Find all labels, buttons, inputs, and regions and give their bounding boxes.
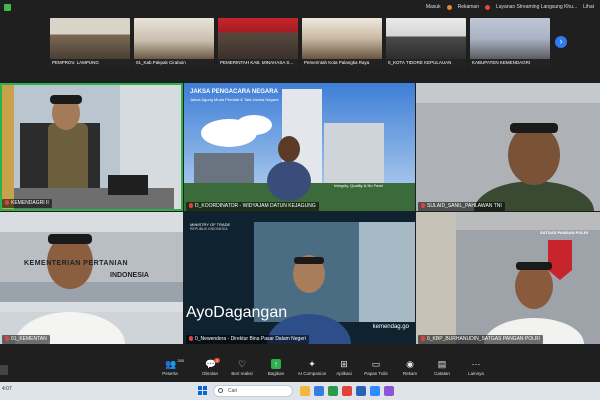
muted-mic-icon <box>421 336 425 341</box>
participants-button[interactable]: 👥 Peserta 285 <box>150 358 190 376</box>
zoom-top-bar: Masuk Rekaman Layanan Streaming Langsung… <box>0 0 600 14</box>
video-tile[interactable]: SATGAS PANGAN POLRI 0_KBP_BURHANUDIN_SAT… <box>416 212 600 344</box>
video-feed <box>416 83 600 211</box>
shield-icon <box>4 3 11 11</box>
banner-subtitle: Jaksa Agung Muda Perdata & Tata Usaha Ne… <box>190 97 279 102</box>
muted-mic-icon <box>189 336 193 341</box>
video-tile[interactable]: SULAID_SANIL_PAHLAWAN TNI <box>416 83 600 211</box>
participant-name: SULAID_SANIL_PAHLAWAN TNI <box>418 202 505 211</box>
participant-name: 0_KBP_BURHANUDIN_SATGAS PANGAN POLRI <box>418 335 543 344</box>
participant-count: 285 <box>177 358 184 363</box>
live-stream-label[interactable]: Layanan Streaming Langsung Khu... <box>496 4 577 10</box>
thumbnail-label: KABUPATEN KEMENDAGRI <box>470 59 550 67</box>
record-dot-icon <box>446 4 452 10</box>
heart-icon: ♡ <box>237 359 247 369</box>
thumbnail[interactable]: Pemerintah Kota Palangka Raya <box>302 18 382 67</box>
whiteboard-icon: ▭ <box>371 359 381 369</box>
participant-name: 01_KEMENTAN <box>2 335 50 344</box>
signal-label: Masuk <box>425 4 441 10</box>
thumbnail-label: PEMERINTAH KAB. MINAHASA S... <box>218 59 298 67</box>
video-feed <box>184 83 415 211</box>
recording-label[interactable]: Rekaman <box>458 4 479 10</box>
taskbar-search[interactable]: Cari <box>213 385 293 397</box>
zoom-app-icon[interactable] <box>370 386 380 396</box>
participant-name: 0_Newendera - Direktur Bina Pasar Dalam … <box>186 335 309 344</box>
thumbnail-label: 01_Kab.Pakpak Ciraboin <box>134 59 214 67</box>
thumbnail[interactable]: 01_Kab.Pakpak Ciraboin <box>134 18 214 67</box>
notes-icon: ▤ <box>437 359 447 369</box>
edge-icon[interactable] <box>314 386 324 396</box>
video-tile[interactable]: MINISTRY OF TRADE REPUBLIK INDONESIA Ayo… <box>184 212 415 344</box>
thumbnail[interactable]: PEMERINTAH KAB. MINAHASA S... <box>218 18 298 67</box>
website-text: kemendag.go <box>372 324 409 330</box>
start-button[interactable] <box>198 386 208 396</box>
chrome-icon[interactable] <box>342 386 352 396</box>
participant-name: KEMENDAGRI II <box>2 199 52 208</box>
share-icon: ↑ <box>271 359 281 369</box>
banner-tagline: Integrity, Quality & No Fear! <box>334 183 384 188</box>
excel-icon[interactable] <box>328 386 338 396</box>
live-dot-icon <box>484 4 490 10</box>
more-icon: ⋯ <box>471 359 481 369</box>
share-button[interactable]: ↑ Bagikan <box>256 359 296 376</box>
thumbnail-label: PEMPROV. LAMPUNG <box>50 59 130 67</box>
file-explorer-icon[interactable] <box>300 386 310 396</box>
apps-icon: ⊞ <box>340 359 348 369</box>
word-icon[interactable] <box>356 386 366 396</box>
record-icon: ◉ <box>406 359 414 369</box>
muted-mic-icon <box>5 200 9 205</box>
ministry-logo-subtext: REPUBLIK INDONESIA <box>190 227 228 231</box>
os-taskbar: 4:07 Cari <box>0 382 600 400</box>
next-page-button[interactable]: › <box>555 36 567 48</box>
building-sign-text: KEMENTERIAN PERTANIAN <box>24 260 129 267</box>
windows-logo-icon <box>198 386 202 390</box>
video-tile[interactable]: KEMENTERIAN PERTANIAN INDONESIA 01_KEMEN… <box>0 212 183 344</box>
thumbnail[interactable]: 0_KOTA TIDORE KEPULAUAN <box>386 18 466 67</box>
video-tile[interactable]: JAKSA PENGACARA NEGARA Jaksa Agung Muda … <box>184 83 415 211</box>
search-icon <box>218 388 223 393</box>
muted-mic-icon <box>189 203 193 208</box>
thumbnail[interactable]: PEMPROV. LAMPUNG <box>50 18 130 67</box>
top-right-controls: Masuk Rekaman Layanan Streaming Langsung… <box>426 0 594 14</box>
thumbnail-label: Pemerintah Kota Palangka Raya <box>302 59 382 67</box>
meeting-toolbar: 👥 Peserta 285 💬 Obrolan 3 ♡ Beri reaksi … <box>0 357 600 382</box>
participant-thumbnail-strip: PEMPROV. LAMPUNG 01_Kab.Pakpak Ciraboin … <box>50 18 550 67</box>
building-sign-subtext: INDONESIA <box>110 272 149 279</box>
view-button[interactable]: Lihat <box>583 4 594 10</box>
muted-mic-icon <box>5 336 9 341</box>
thumbnail-label: 0_KOTA TIDORE KEPULAUAN <box>386 59 466 67</box>
more-button[interactable]: ⋯ Lainnya <box>456 359 496 376</box>
thumbnail[interactable]: KABUPATEN KEMENDAGRI <box>470 18 550 67</box>
video-feed <box>0 83 183 211</box>
toolbar-left-edge-icon <box>0 365 8 375</box>
police-badge-text: SATGAS PANGAN POLRI <box>540 230 588 235</box>
muted-mic-icon <box>421 203 425 208</box>
chat-badge: 3 <box>213 358 220 363</box>
taskbar-clock: 4:07 <box>2 386 12 392</box>
sparkle-icon: ✦ <box>308 359 316 369</box>
people-icon: 👥 <box>165 359 177 369</box>
store-icon[interactable] <box>384 386 394 396</box>
participant-name: D_KOORDINATOR - WIDYAJAM DATUN KEJAGUNG <box>186 202 319 211</box>
banner-title: JAKSA PENGACARA NEGARA <box>190 89 278 95</box>
video-feed <box>0 212 183 344</box>
campaign-text: AyoDagangan <box>186 304 288 321</box>
video-tile[interactable]: KEMENDAGRI II <box>0 83 183 211</box>
